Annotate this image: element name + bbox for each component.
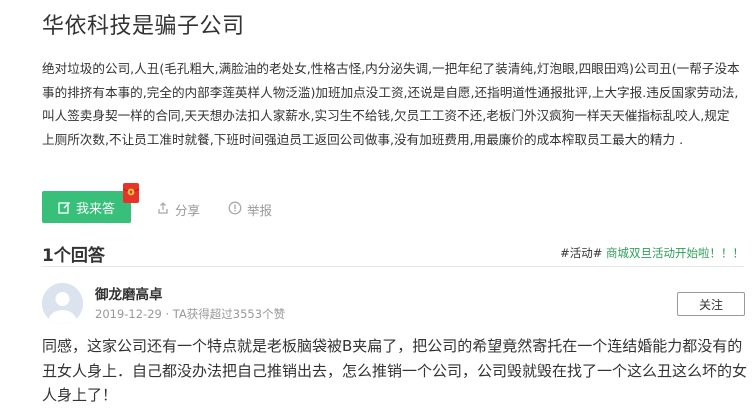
red-packet-icon[interactable] <box>122 182 140 204</box>
promo-link[interactable]: 商城双旦活动开始啦！！！ <box>606 246 744 260</box>
divider <box>42 266 744 267</box>
report-label: 举报 <box>247 203 273 218</box>
answers-count: 1个回答 <box>42 246 105 266</box>
question-description: 绝对垃圾的公司,人丑(毛孔粗大,满脸油的老处女,性格古怪,内分泌失调,一把年纪了… <box>42 61 740 147</box>
share-icon <box>156 201 170 218</box>
answer-button-label: 我来答 <box>75 201 115 217</box>
share-label: 分享 <box>175 203 201 218</box>
author-name[interactable]: 御龙磨高卓 <box>95 283 163 303</box>
report-icon <box>228 201 242 218</box>
share-button[interactable]: 分享 <box>156 200 200 219</box>
question-title: 华依科技是骗子公司 <box>42 14 245 39</box>
edit-icon <box>58 201 71 214</box>
answer-button[interactable]: 我来答 <box>42 191 131 223</box>
follow-button[interactable]: 关注 <box>677 292 745 316</box>
answer-meta: 2019-12-29 · TA获得超过3553个赞 <box>95 307 286 321</box>
avatar[interactable] <box>42 283 83 324</box>
avatar-placeholder-icon <box>42 283 83 324</box>
promo-banner[interactable]: #活动# 商城双旦活动开始啦！！！ <box>560 245 744 261</box>
report-button[interactable]: 举报 <box>228 200 272 219</box>
answer-text: 同感，这家公司还有一个特点就是老板脑袋被B夹扁了，把公司的希望竟然寄托在一个连结… <box>42 337 748 404</box>
promo-tag: #活动# <box>560 246 603 260</box>
